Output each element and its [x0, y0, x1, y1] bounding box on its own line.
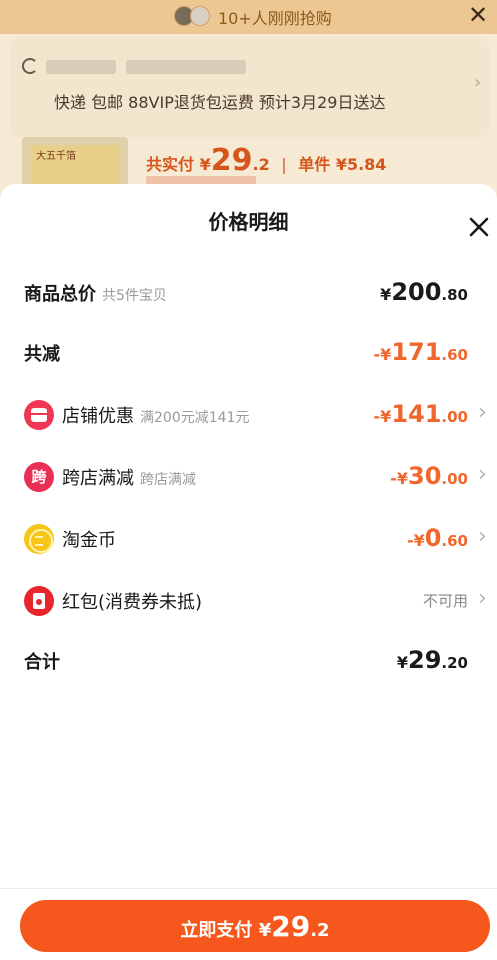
sheet-title: 价格明细 — [208, 210, 289, 234]
row-red-packet[interactable]: 红包(消费券未抵) 不可用 › — [0, 580, 497, 620]
paid-int: 29 — [210, 143, 253, 178]
pay-now-button[interactable]: 立即支付 ¥29.2 — [20, 900, 490, 952]
row-label: 红包(消费券未抵) — [62, 592, 203, 613]
address-redacted — [126, 60, 246, 74]
paid-summary: 共实付 ¥29.2 | 单件 ¥5.84 — [146, 143, 386, 178]
paid-separator: | — [281, 155, 287, 174]
price-detail-sheet: 价格明细 商品总价 共5件宝贝 ¥200.80 共减 -¥171.60 店铺优惠满… — [0, 184, 497, 960]
paid-label: 共实付 — [146, 155, 195, 174]
unit-price: 单件 ¥5.84 — [298, 155, 387, 174]
shop-icon — [24, 400, 54, 430]
row-amount: -¥171.60 — [373, 338, 468, 366]
buyer-avatars — [174, 6, 214, 28]
pay-button-label: 立即支付 ¥29.2 — [180, 910, 330, 943]
row-sub: 满200元减141元 — [140, 410, 250, 426]
cross-store-icon: 跨 — [24, 462, 54, 492]
red-packet-icon — [24, 586, 54, 616]
row-sub: 跨店满减 — [140, 472, 196, 488]
chevron-right-icon: › — [478, 586, 487, 611]
chevron-right-icon: › — [478, 524, 487, 549]
unavailable-status: 不可用 — [422, 592, 468, 610]
row-label: 跨店满减 跨店满减 — [62, 468, 196, 489]
product-thumbnail: 大五千箔 — [22, 137, 128, 187]
row-label: 淘金币 — [62, 530, 116, 551]
row-grand-total: 合计 ¥29.20 — [0, 640, 497, 680]
close-icon[interactable]: ✕ — [468, 2, 488, 28]
paid-dec: .2 — [252, 155, 270, 174]
row-gold-coin[interactable]: 淘金币 -¥0.60 › — [0, 518, 497, 558]
row-sub: 共5件宝贝 — [102, 288, 167, 304]
shipping-info: 快递 包邮 88VIP退货包运费 预计3月29日送达 — [54, 93, 386, 112]
row-total-discount: 共减 -¥171.60 — [0, 332, 497, 372]
row-amount: -¥30.00 — [390, 462, 468, 490]
row-label: 店铺优惠 满200元减141元 — [62, 406, 250, 427]
background-page: 10+人刚刚抢购 ✕ › 快递 包邮 88VIP退货包运费 预计3月29日送达 … — [0, 0, 497, 200]
chevron-right-icon: › — [478, 462, 487, 487]
row-amount: -¥0.60 — [406, 524, 468, 552]
address-redacted — [46, 60, 116, 74]
gold-coin-icon — [24, 524, 54, 554]
row-label: 合计 — [24, 652, 60, 673]
buyers-banner: 10+人刚刚抢购 ✕ — [0, 0, 497, 34]
row-amount: ¥29.20 — [396, 646, 468, 674]
close-button[interactable] — [466, 214, 492, 240]
row-shop-discount[interactable]: 店铺优惠 满200元减141元 -¥141.00 › — [0, 394, 497, 434]
row-item-total: 商品总价 共5件宝贝 ¥200.80 — [0, 272, 497, 312]
paid-currency: ¥ — [199, 155, 211, 174]
chevron-right-icon: › — [478, 400, 487, 425]
avatar — [190, 6, 210, 26]
row-cross-store-discount[interactable]: 跨 跨店满减 跨店满减 -¥30.00 › — [0, 456, 497, 496]
row-amount: ¥200.80 — [380, 278, 468, 306]
chevron-right-icon: › — [474, 72, 482, 93]
thumbnail-title: 大五千箔 — [36, 151, 76, 162]
promo-strip — [146, 176, 256, 184]
row-label: 共减 — [24, 344, 60, 365]
close-icon — [469, 217, 489, 237]
row-label: 商品总价 共5件宝贝 — [24, 284, 167, 305]
address-card[interactable] — [10, 38, 490, 138]
row-amount: -¥141.00 — [373, 400, 468, 428]
buyers-text: 10+人刚刚抢购 — [218, 9, 332, 28]
location-icon — [22, 58, 38, 74]
divider — [0, 888, 497, 889]
